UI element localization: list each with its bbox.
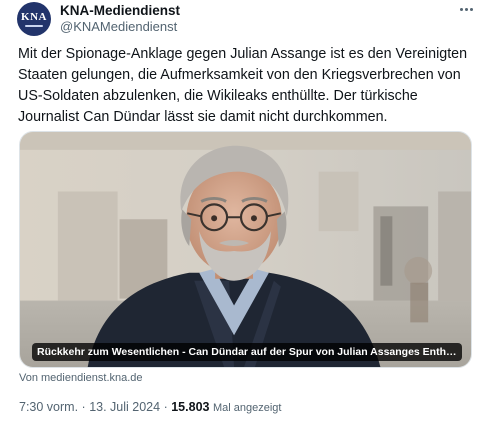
more-horizontal-icon[interactable] bbox=[455, 0, 477, 18]
tweet-text: Mit der Spionage-Anklage gegen Julian As… bbox=[18, 46, 468, 125]
card-image bbox=[20, 132, 471, 367]
view-count: 15.803 bbox=[171, 400, 210, 414]
meta-separator: · bbox=[81, 400, 86, 414]
avatar[interactable]: KNA bbox=[17, 2, 51, 36]
card-title[interactable]: Rückkehr zum Wesentlichen - Can Dündar a… bbox=[32, 343, 462, 361]
link-card[interactable]: Rückkehr zum Wesentlichen - Can Dündar a… bbox=[19, 131, 472, 368]
meta-separator: · bbox=[163, 400, 168, 414]
card-source-link[interactable]: Von mediendienst.kna.de bbox=[19, 372, 143, 384]
author-handle[interactable]: @KNAMediendienst bbox=[60, 19, 177, 34]
avatar-logo-text: KNA bbox=[21, 10, 47, 23]
tweet: KNA KNA-Mediendienst @KNAMediendienst Mi… bbox=[0, 0, 487, 426]
view-count-label: Mal angezeigt bbox=[212, 402, 282, 414]
tweet-meta: 7:30 vorm. · 13. Juli 2024 · 15.803 Mal … bbox=[19, 400, 281, 414]
author-name[interactable]: KNA-Mediendienst bbox=[60, 3, 180, 18]
avatar-logo-underline bbox=[25, 24, 43, 27]
tweet-date[interactable]: 13. Juli 2024 bbox=[89, 400, 160, 414]
tweet-time[interactable]: 7:30 vorm. bbox=[19, 400, 78, 414]
